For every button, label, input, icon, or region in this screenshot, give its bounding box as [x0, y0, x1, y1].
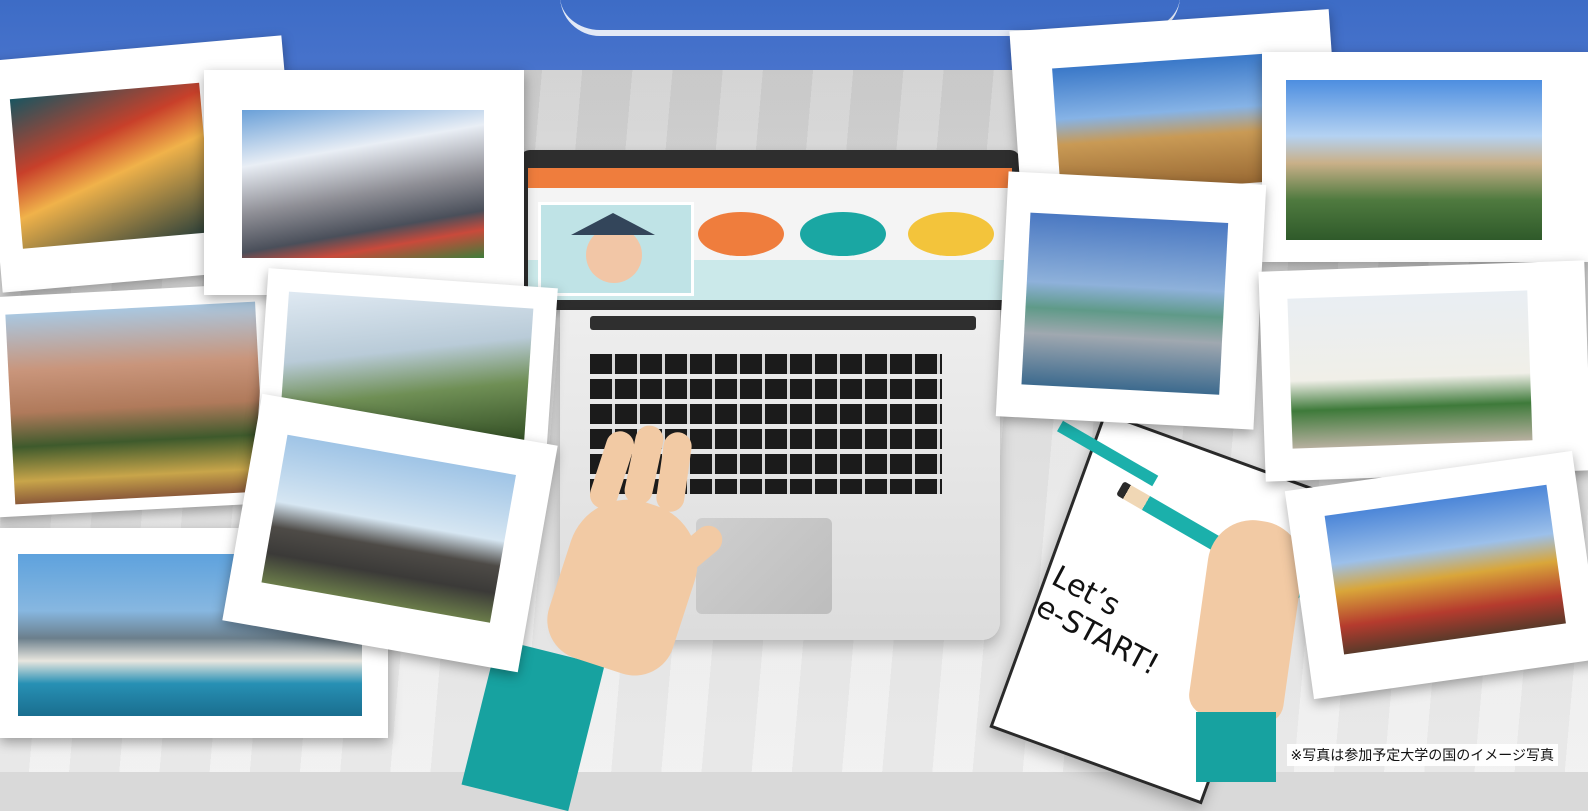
photo-caption: ※写真は参加予定大学の国のイメージ写真	[1286, 744, 1558, 766]
photo-himalaya	[204, 70, 524, 295]
book-icon	[698, 212, 784, 256]
graduate-avatar-card	[538, 202, 694, 296]
photo-golden-bridge	[1262, 52, 1588, 262]
pencil-icon	[908, 212, 994, 256]
screen-top-bar	[528, 168, 1012, 188]
photo-african-mountain	[0, 282, 286, 518]
photo-taj-mahal	[1258, 260, 1588, 482]
photo-statue-of-liberty	[995, 171, 1267, 430]
laptop-hinge	[590, 316, 976, 330]
screen-content	[528, 168, 1012, 300]
photo-thai-temple	[1284, 450, 1588, 700]
graduation-cap-icon	[571, 213, 655, 235]
certificate-icon	[800, 212, 886, 256]
laptop-screen	[520, 150, 1020, 310]
graduate-face-icon	[586, 227, 642, 283]
